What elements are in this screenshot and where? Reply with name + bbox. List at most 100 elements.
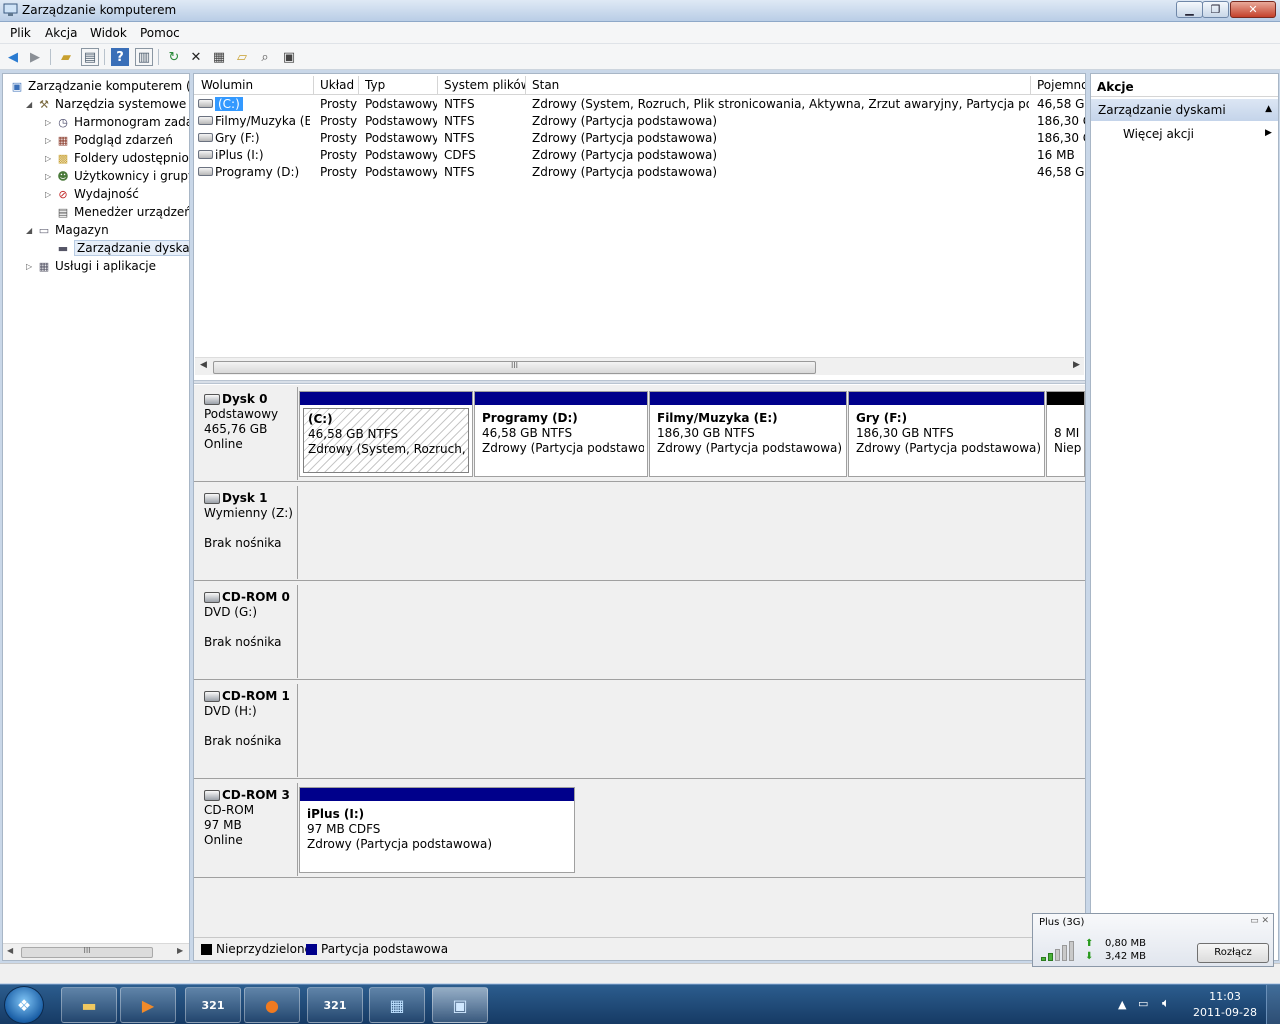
windows-explorer-icon[interactable]: ▬ xyxy=(61,987,117,1023)
tree-expanded-icon[interactable]: ◢ xyxy=(26,100,36,109)
delete-icon[interactable]: ✕ xyxy=(187,48,205,66)
column-header-capacity[interactable]: Pojemno xyxy=(1037,78,1085,92)
column-header-type[interactable]: Typ xyxy=(365,78,435,92)
menu-plik[interactable]: Plik xyxy=(10,26,31,40)
help-icon[interactable]: ? xyxy=(111,48,129,66)
media-player-classic-icon[interactable]: 321 xyxy=(185,987,241,1023)
partition-block[interactable]: Gry (F:) 186,30 GB NTFS Zdrowy (Partycja p… xyxy=(848,391,1045,477)
volume-row[interactable]: (C:) Prosty Podstawowy NTFS Zdrowy (System, … xyxy=(194,96,1085,113)
volume-row[interactable]: Programy (D:) Prosty Podstawowy NTFS Zdrowy … xyxy=(194,164,1085,181)
scrollbar-thumb[interactable]: III xyxy=(213,361,816,374)
menu-pomoc[interactable]: Pomoc xyxy=(140,26,180,40)
scrollbar-thumb[interactable]: III xyxy=(21,946,153,958)
scroll-left-icon[interactable]: ◀ xyxy=(7,946,13,955)
disk-label[interactable]: Dysk 0 Podstawowy 465,76 GB Online xyxy=(195,387,298,480)
tree-collapsed-icon[interactable]: ▷ xyxy=(45,118,55,127)
network-icon[interactable]: ▭ xyxy=(1138,997,1148,1010)
partition-block[interactable]: (C:) 46,58 GB NTFS Zdrowy (System, Rozruch… xyxy=(299,391,473,477)
menu-widok[interactable]: Widok xyxy=(90,26,127,40)
close-button[interactable]: ✕ xyxy=(1230,1,1276,18)
tree-collapsed-icon[interactable]: ▷ xyxy=(45,190,55,199)
tree-item[interactable]: ◢ ▭ Magazyn xyxy=(26,221,109,239)
tree-item-label: Narzędzia systemowe xyxy=(55,97,187,111)
tree-item[interactable]: ▣ Zarządzanie komputerem (loka xyxy=(7,77,189,95)
start-button[interactable]: ❖ xyxy=(4,986,44,1024)
media-player-classic-icon[interactable]: 321 xyxy=(307,987,363,1023)
computer-management-icon[interactable]: ▣ xyxy=(432,987,488,1023)
actions-section-disk-management[interactable]: Zarządzanie dyskami ▲ xyxy=(1091,99,1278,121)
column-header-status[interactable]: Stan xyxy=(532,78,1022,92)
tree-expanded-icon[interactable]: ◢ xyxy=(26,226,36,235)
pane-splitter[interactable] xyxy=(194,380,1085,384)
tree-item-label: Foldery udostępnione xyxy=(74,151,189,165)
disk-info-line: Online xyxy=(204,437,243,451)
connection-name: Plus (3G) xyxy=(1039,917,1085,928)
minimize-button[interactable]: ▁ xyxy=(1176,1,1203,18)
volume-list-scrollbar[interactable]: ◀ III ▶ xyxy=(195,357,1084,375)
scroll-right-icon[interactable]: ▶ xyxy=(177,946,183,955)
search-disk-icon[interactable]: ⌕ xyxy=(256,48,274,66)
up-folder-icon[interactable]: ▰ xyxy=(57,48,75,66)
show-desktop-button[interactable] xyxy=(1266,985,1280,1024)
popup-window-controls[interactable]: ▭ ✕ xyxy=(1250,916,1269,926)
control-panel-icon[interactable]: ▦ xyxy=(369,987,425,1023)
volume-row[interactable]: Filmy/Muzyka (E:) Prosty Podstawowy NTFS Zdr… xyxy=(194,113,1085,130)
download-amount: 3,42 MB xyxy=(1105,951,1146,962)
partition-name: Gry (F:) xyxy=(856,411,908,425)
export-icon[interactable]: ▣ xyxy=(280,48,298,66)
collapse-icon[interactable]: ▲ xyxy=(1265,104,1272,114)
disk-label[interactable]: CD-ROM 0 DVD (G:) Brak nośnika xyxy=(195,585,298,678)
tree-collapsed-icon[interactable]: ▷ xyxy=(26,262,36,271)
volume-cell-fs: NTFS xyxy=(444,131,475,145)
open-folder-icon[interactable]: ▱ xyxy=(233,48,251,66)
disk-label[interactable]: Dysk 1 Wymienny (Z:) Brak nośnika xyxy=(195,486,298,579)
partition-block[interactable]: iPlus (I:) 97 MB CDFS Zdrowy (Partycja pod… xyxy=(299,787,575,873)
partition-details: Filmy/Muzyka (E:) 186,30 GB NTFS Zdrowy (P… xyxy=(653,408,843,473)
properties-icon[interactable]: ▦ xyxy=(210,48,228,66)
partition-size: 186,30 GB NTFS xyxy=(856,426,954,440)
tree-item[interactable]: ▷ ◷ Harmonogram zadań xyxy=(45,113,189,131)
forward-arrow-icon[interactable]: ▶ xyxy=(26,48,44,66)
tree-collapsed-icon[interactable]: ▷ xyxy=(45,136,55,145)
partition-block[interactable]: Programy (D:) 46,58 GB NTFS Zdrowy (Partyc… xyxy=(474,391,648,477)
partition-block[interactable]: 8 MI Niep xyxy=(1046,391,1085,477)
tree-item[interactable]: ◢ ⚒ Narzędzia systemowe xyxy=(26,95,186,113)
tree-item[interactable]: ▷ ⊘ Wydajność xyxy=(45,185,139,203)
show-hidden-icons-icon[interactable]: ▲ xyxy=(1118,998,1126,1011)
refresh-icon[interactable]: ↻ xyxy=(165,48,183,66)
back-arrow-icon[interactable]: ◀ xyxy=(4,48,22,66)
more-actions-link[interactable]: Więcej akcji xyxy=(1123,127,1194,141)
tree-scrollbar[interactable]: ◀ III ▶ xyxy=(3,943,189,960)
disk-name: Dysk 0 xyxy=(222,392,268,406)
scroll-right-icon[interactable]: ▶ xyxy=(1073,360,1080,370)
menu-akcja[interactable]: Akcja xyxy=(45,26,77,40)
tree-collapsed-icon[interactable]: ▷ xyxy=(45,172,55,181)
column-header-layout[interactable]: Układ xyxy=(320,78,360,92)
volume-cell-type: Podstawowy xyxy=(365,97,437,111)
tree-item[interactable]: ▷▩ Foldery udostępnione xyxy=(45,149,189,167)
column-header-volume[interactable]: Wolumin xyxy=(201,78,311,92)
tree-item[interactable]: ▤ Menedżer urządzeń xyxy=(45,203,189,221)
disconnect-button[interactable]: Rozłącz xyxy=(1197,943,1269,963)
maximize-button[interactable]: ❐ xyxy=(1202,1,1229,18)
tree-item[interactable]: ▬ Zarządzanie dyskami xyxy=(45,239,189,257)
partition-block[interactable]: Filmy/Muzyka (E:) 186,30 GB NTFS Zdrowy (P… xyxy=(649,391,847,477)
volume-row[interactable]: Gry (F:) Prosty Podstawowy NTFS Zdrowy (Part… xyxy=(194,130,1085,147)
column-header-filesystem[interactable]: System plików xyxy=(444,78,526,92)
disk-label[interactable]: CD-ROM 1 DVD (H:) Brak nośnika xyxy=(195,684,298,777)
computer-management-icon xyxy=(3,3,18,16)
volume-row[interactable]: iPlus (I:) Prosty Podstawowy CDFS Zdrowy (Pa… xyxy=(194,147,1085,164)
firefox-icon[interactable]: ● xyxy=(244,987,300,1023)
tree-item[interactable]: ▷ ▦ Podgląd zdarzeń xyxy=(45,131,173,149)
tree-item[interactable]: ▷☻ Użytkownicy i grupy lok xyxy=(45,167,189,185)
show-hide-action-pane-icon[interactable]: ▥ xyxy=(135,48,153,66)
tree-collapsed-icon[interactable]: ▷ xyxy=(45,154,55,163)
media-player-icon[interactable]: ▶ xyxy=(120,987,176,1023)
tree-item[interactable]: ▷ ▦ Usługi i aplikacje xyxy=(26,257,156,275)
disk-label[interactable]: CD-ROM 3 CD-ROM 97 MB Online xyxy=(195,783,298,876)
volume-icon[interactable]: 🔈︎ xyxy=(1162,996,1170,1011)
scroll-left-icon[interactable]: ◀ xyxy=(200,360,207,370)
show-hide-tree-icon[interactable]: ▤ xyxy=(81,48,99,66)
system-clock[interactable]: 11:03 2011-09-28 xyxy=(1190,989,1260,1021)
disk-info-line xyxy=(204,521,297,536)
